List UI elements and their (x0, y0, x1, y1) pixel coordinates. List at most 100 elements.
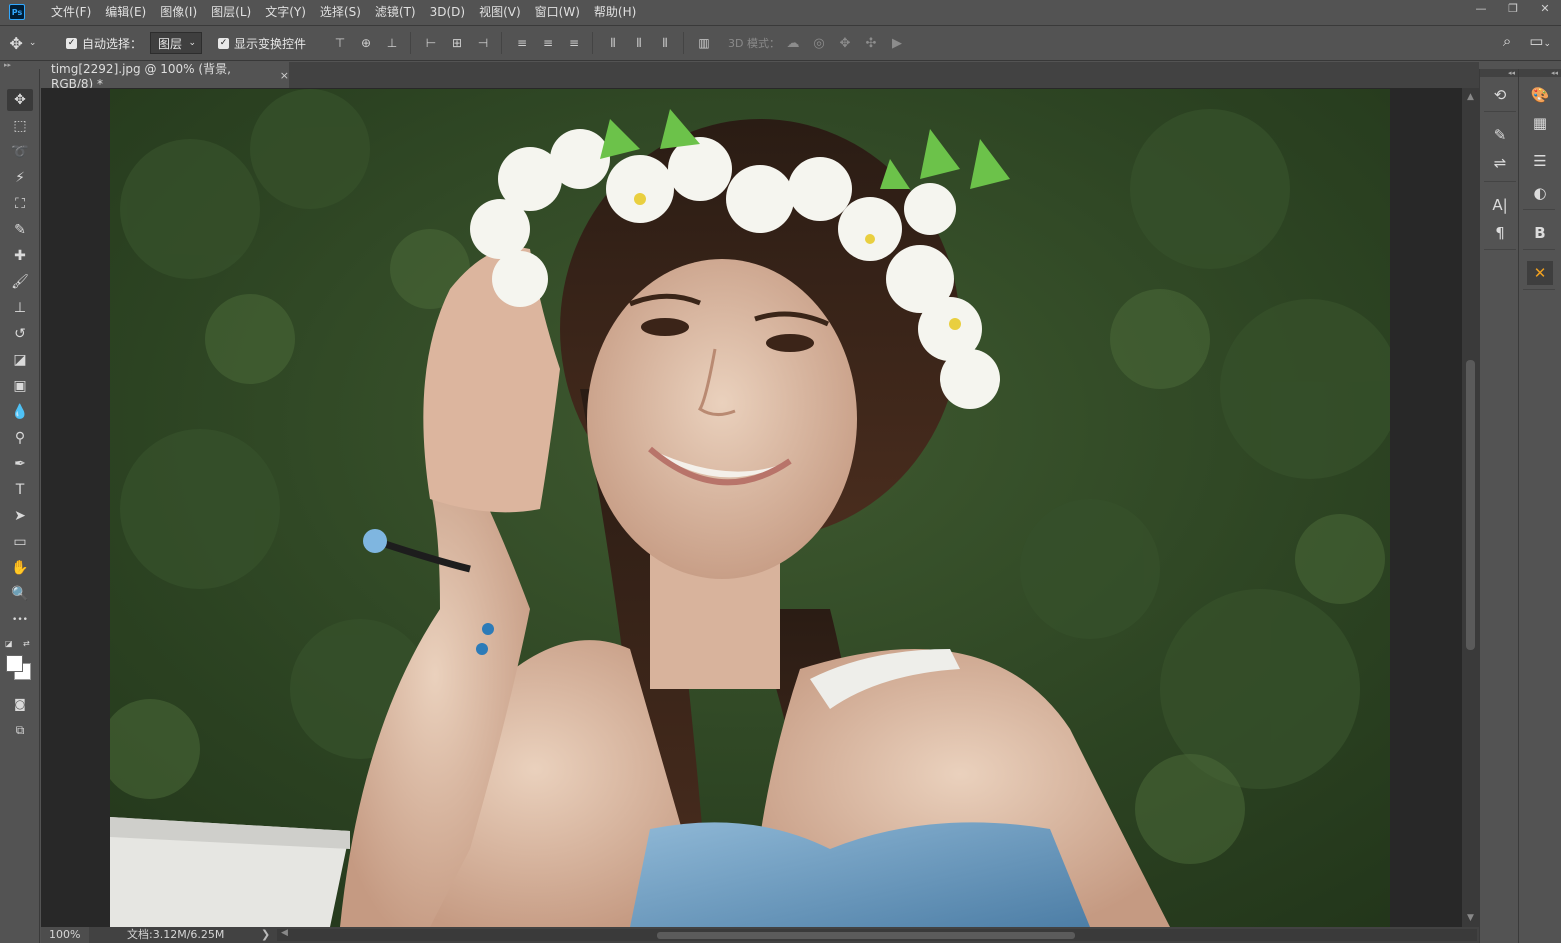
menu-filter[interactable]: 滤镜(T) (369, 0, 424, 24)
close-tab-icon[interactable]: × (280, 69, 289, 82)
history-panel-icon[interactable]: ⟲ (1487, 83, 1513, 107)
zoom-level[interactable]: 100% (41, 927, 89, 943)
scale-3d-icon[interactable]: ▶ (884, 36, 910, 51)
auto-select-checkbox[interactable]: ✓ 自动选择： (66, 35, 142, 52)
zoom-tool-icon[interactable]: 🔍 (7, 583, 33, 605)
menu-layer[interactable]: 图层(L) (205, 0, 259, 24)
clone-stamp-tool-icon[interactable]: ⊥ (7, 297, 33, 319)
vertical-scroll-thumb[interactable] (1466, 360, 1475, 650)
adjust-panel-icon[interactable]: ⇌ (1487, 151, 1513, 175)
document-tab[interactable]: timg[2292].jpg @ 100% (背景, RGB/8) * × (40, 62, 289, 91)
move-tool-preset-icon[interactable]: ✥ ⌄ (0, 34, 46, 53)
character-panel-icon[interactable]: A| (1487, 193, 1513, 217)
status-bar: 100% 文档:3.12M/6.25M ❯ ◀ (41, 927, 1479, 943)
foreground-color-swatch[interactable] (6, 655, 23, 672)
menu-file[interactable]: 文件(F) (45, 0, 99, 24)
document-info[interactable]: 文档:3.12M/6.25M (127, 927, 224, 943)
divider (683, 32, 685, 54)
libraries-panel-icon[interactable]: ☰ (1527, 149, 1553, 173)
document-canvas-photo[interactable] (110, 89, 1390, 927)
menu-select[interactable]: 选择(S) (314, 0, 369, 24)
canvas-area[interactable] (41, 88, 1462, 927)
drag-3d-icon[interactable]: ✥ (832, 36, 858, 51)
auto-align-icon[interactable]: ▥ (690, 33, 716, 53)
horizontal-scroll-thumb[interactable] (657, 932, 1075, 939)
healing-brush-tool-icon[interactable]: ✚ (7, 245, 33, 267)
rectangle-tool-icon[interactable]: ▭ (7, 531, 33, 553)
default-colors-icon[interactable]: ◪ (5, 639, 13, 648)
menu-view[interactable]: 视图(V) (473, 0, 529, 24)
screen-mode-icon[interactable]: ⧉ (7, 719, 33, 741)
magic-wand-tool-icon[interactable]: ⚡ (7, 167, 33, 189)
more-tools-icon[interactable]: ••• (7, 609, 33, 631)
collapse-dock-icon[interactable]: ◂◂ (1480, 69, 1518, 77)
brush-settings-panel-icon[interactable]: ✎ (1487, 123, 1513, 147)
eyedropper-tool-icon[interactable]: ✎ (7, 219, 33, 241)
menu-window[interactable]: 窗口(W) (529, 0, 588, 24)
expand-dock-icon[interactable]: ◂◂ (1519, 69, 1561, 77)
menu-edit[interactable]: 编辑(E) (99, 0, 154, 24)
align-hcenter-icon[interactable]: ⊞ (443, 33, 469, 53)
show-transform-checkbox[interactable]: ✓ 显示变换控件 (218, 35, 306, 52)
search-icon[interactable]: ⌕ (1503, 32, 1511, 50)
scroll-down-icon[interactable]: ▼ (1462, 913, 1479, 923)
minimize-button[interactable]: — (1465, 0, 1497, 16)
distribute-vcenter-icon[interactable]: ≡ (534, 33, 560, 53)
paragraph-panel-icon[interactable]: ¶ (1487, 221, 1513, 245)
move-tool-icon[interactable]: ✥ (7, 89, 33, 111)
color-panel-icon[interactable]: 🎨 (1527, 83, 1553, 107)
brush-tool-icon[interactable]: 🖌 (7, 271, 33, 293)
panel-divider (1523, 249, 1555, 250)
marquee-tool-icon[interactable]: ⬚ (7, 115, 33, 137)
roll-3d-icon[interactable]: ◎ (806, 36, 832, 51)
distribute-right-icon[interactable]: ⫴ (651, 33, 677, 53)
align-group: ⊤ ⊕ ⊥ ⊢ ⊞ ⊣ ≡ ≡ ≡ ⫴ ⫴ ⫴ ▥ (326, 32, 716, 54)
scroll-up-icon[interactable]: ▲ (1462, 92, 1479, 102)
distribute-hcenter-icon[interactable]: ⫴ (625, 33, 651, 53)
workspace-icon[interactable]: ▭⌄ (1529, 32, 1551, 50)
blur-tool-icon[interactable]: 💧 (7, 401, 33, 423)
collapse-toolbar-icon[interactable]: ▸▸ (4, 61, 11, 69)
plugin-b-panel-icon[interactable]: B (1527, 221, 1553, 245)
type-tool-icon[interactable]: T (7, 479, 33, 501)
adjustments-panel-icon[interactable]: ◐ (1527, 181, 1553, 205)
slide-3d-icon[interactable]: ✣ (858, 36, 884, 51)
menu-3d[interactable]: 3D(D) (424, 0, 473, 24)
color-swatches[interactable]: ◪ ⇄ (5, 639, 35, 685)
distribute-top-icon[interactable]: ≡ (508, 33, 534, 53)
align-bottom-icon[interactable]: ⊥ (378, 33, 404, 53)
eraser-tool-icon[interactable]: ◪ (7, 349, 33, 371)
vertical-scrollbar[interactable]: ▲ ▼ (1462, 88, 1479, 927)
history-brush-tool-icon[interactable]: ↺ (7, 323, 33, 345)
lasso-tool-icon[interactable]: ➰ (7, 141, 33, 163)
path-selection-tool-icon[interactable]: ➤ (7, 505, 33, 527)
menu-help[interactable]: 帮助(H) (588, 0, 644, 24)
options-bar: ✥ ⌄ ✓ 自动选择： 图层 ⌄ ✓ 显示变换控件 ⊤ ⊕ ⊥ ⊢ ⊞ ⊣ ≡ ≡… (0, 25, 1561, 61)
horizontal-scrollbar[interactable]: ◀ (277, 928, 1477, 941)
checkmark-icon: ✓ (218, 37, 230, 49)
align-vcenter-icon[interactable]: ⊕ (352, 33, 378, 53)
align-top-icon[interactable]: ⊤ (326, 33, 352, 53)
dodge-tool-icon[interactable]: ⚲ (7, 427, 33, 449)
menu-image[interactable]: 图像(I) (154, 0, 205, 24)
status-menu-arrow-icon[interactable]: ❯ (261, 927, 270, 943)
auto-select-target-dropdown[interactable]: 图层 ⌄ (150, 32, 203, 54)
quick-mask-icon[interactable]: ◙ (7, 693, 33, 715)
hand-tool-icon[interactable]: ✋ (7, 557, 33, 579)
distribute-left-icon[interactable]: ⫴ (599, 33, 625, 53)
restore-button[interactable]: ❐ (1497, 0, 1529, 16)
align-left-icon[interactable]: ⊢ (417, 33, 443, 53)
panel-dock-1: ◂◂ ⟲ ✎ ⇌ A| ¶ (1479, 69, 1519, 943)
distribute-bottom-icon[interactable]: ≡ (560, 33, 586, 53)
swap-colors-icon[interactable]: ⇄ (23, 639, 30, 648)
swatches-panel-icon[interactable]: ▦ (1527, 111, 1553, 135)
align-right-icon[interactable]: ⊣ (469, 33, 495, 53)
gradient-tool-icon[interactable]: ▣ (7, 375, 33, 397)
crop-tool-icon[interactable]: ⛶ (7, 193, 33, 215)
scroll-left-icon[interactable]: ◀ (281, 928, 288, 938)
close-window-button[interactable]: ✕ (1529, 0, 1561, 16)
orbit-3d-icon[interactable]: ☁ (780, 36, 806, 51)
plugin-x-panel-icon[interactable]: ✕ (1527, 261, 1553, 285)
menu-type[interactable]: 文字(Y) (259, 0, 314, 24)
pen-tool-icon[interactable]: ✒ (7, 453, 33, 475)
